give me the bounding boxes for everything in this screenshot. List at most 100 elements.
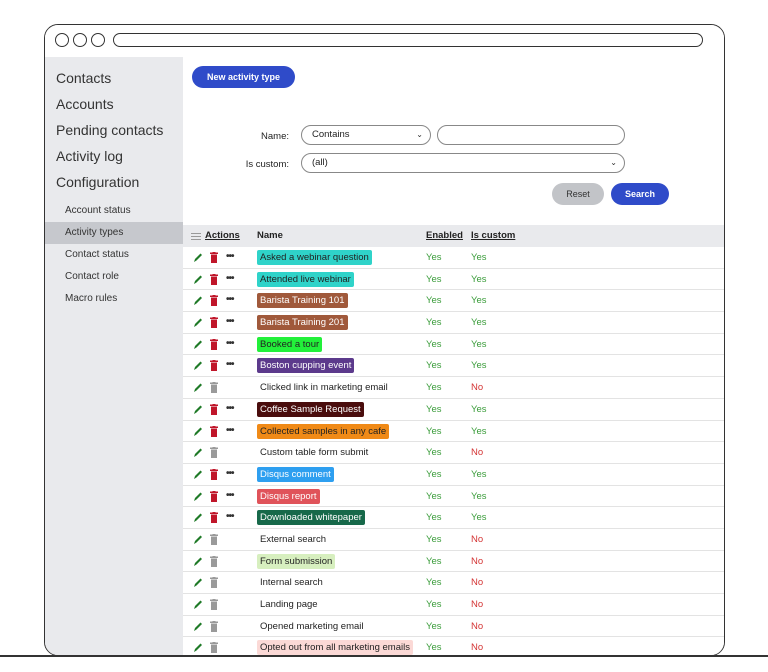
more-actions-icon[interactable]: ••• xyxy=(226,399,234,419)
more-actions-icon[interactable]: ••• xyxy=(226,312,234,332)
reset-button[interactable]: Reset xyxy=(552,183,604,205)
sidebar-item-configuration[interactable]: Configuration xyxy=(45,169,183,195)
more-actions-icon[interactable]: ••• xyxy=(226,421,234,441)
edit-pencil-icon[interactable] xyxy=(193,274,203,285)
sidebar-item-accounts[interactable]: Accounts xyxy=(45,91,183,117)
delete-trash-icon[interactable] xyxy=(210,382,218,394)
edit-pencil-icon[interactable] xyxy=(193,447,203,458)
edit-pencil-icon[interactable] xyxy=(193,621,203,632)
col-header-is-custom[interactable]: Is custom xyxy=(471,225,515,247)
edit-pencil-icon[interactable] xyxy=(193,426,203,437)
window-dot-2[interactable] xyxy=(73,33,87,47)
edit-pencil-icon[interactable] xyxy=(193,512,203,523)
col-header-actions[interactable]: Actions xyxy=(205,225,240,247)
activity-type-name[interactable]: Coffee Sample Request xyxy=(257,401,364,417)
delete-trash-icon[interactable] xyxy=(210,403,218,415)
delete-trash-icon[interactable] xyxy=(210,512,218,524)
delete-trash-icon[interactable] xyxy=(210,425,218,437)
edit-pencil-icon[interactable] xyxy=(193,534,203,545)
more-actions-icon[interactable]: ••• xyxy=(226,507,234,527)
delete-trash-icon[interactable] xyxy=(210,620,218,632)
activity-type-name[interactable]: Opted out from all marketing emails xyxy=(257,640,413,655)
is-custom-value: No xyxy=(471,577,484,589)
activity-type-name[interactable]: Booked a tour xyxy=(257,336,323,352)
sidebar-item-activity-log[interactable]: Activity log xyxy=(45,143,183,169)
activity-type-name[interactable]: Custom table form submit xyxy=(257,445,371,460)
activity-type-name[interactable]: Barista Training 101 xyxy=(257,293,348,309)
activity-type-name[interactable]: Form submission xyxy=(257,553,336,569)
address-bar[interactable] xyxy=(113,33,703,47)
search-button[interactable]: Search xyxy=(611,183,669,205)
sidebar-item-contact-status[interactable]: Contact status xyxy=(45,244,183,266)
activity-type-name[interactable]: Attended live webinar xyxy=(257,271,354,287)
delete-trash-icon[interactable] xyxy=(210,252,218,263)
activity-type-name[interactable]: Disqus comment xyxy=(257,466,334,482)
custom-filter-select[interactable]: (all) ⌄ xyxy=(301,153,625,173)
delete-trash-icon[interactable] xyxy=(210,490,218,502)
activity-type-name[interactable]: Clicked link in marketing email xyxy=(257,380,391,395)
edit-pencil-icon[interactable] xyxy=(193,360,203,371)
sidebar-item-account-status[interactable]: Account status xyxy=(45,200,183,222)
more-actions-icon[interactable]: ••• xyxy=(226,486,234,506)
more-actions-icon[interactable]: ••• xyxy=(226,355,234,375)
sidebar-item-contact-role[interactable]: Contact role xyxy=(45,266,183,288)
activity-type-name[interactable]: External search xyxy=(257,532,329,547)
sidebar-item-contacts[interactable]: Contacts xyxy=(45,65,183,91)
edit-pencil-icon[interactable] xyxy=(193,404,203,415)
delete-trash-icon[interactable] xyxy=(210,577,218,589)
delete-trash-icon[interactable] xyxy=(210,468,218,480)
edit-pencil-icon[interactable] xyxy=(193,577,203,588)
delete-trash-icon[interactable] xyxy=(210,533,218,545)
name-operator-select[interactable]: Contains ⌄ xyxy=(301,125,431,145)
is-custom-value: No xyxy=(471,620,484,632)
edit-pencil-icon[interactable] xyxy=(193,252,203,263)
edit-pencil-icon[interactable] xyxy=(193,491,203,502)
more-actions-icon[interactable]: ••• xyxy=(226,334,234,354)
activity-type-name[interactable]: Asked a webinar question xyxy=(257,250,372,265)
activity-type-name[interactable]: Disqus report xyxy=(257,488,320,504)
sidebar-item-pending-contacts[interactable]: Pending contacts xyxy=(45,117,183,143)
activity-type-name[interactable]: Opened marketing email xyxy=(257,619,367,634)
col-header-name[interactable]: Name xyxy=(257,225,283,247)
enabled-value: Yes xyxy=(426,317,442,329)
more-actions-icon[interactable]: ••• xyxy=(226,247,234,267)
more-actions-icon[interactable]: ••• xyxy=(226,464,234,484)
window-dot-3[interactable] xyxy=(91,33,105,47)
enabled-value: Yes xyxy=(426,599,442,610)
delete-trash-icon[interactable] xyxy=(210,599,218,610)
activity-type-name[interactable]: Downloaded whitepaper xyxy=(257,510,365,526)
sidebar-item-activity-types[interactable]: Activity types xyxy=(45,222,183,244)
more-actions-icon[interactable]: ••• xyxy=(226,290,234,310)
menu-icon[interactable] xyxy=(191,233,201,242)
activity-type-name[interactable]: Barista Training 201 xyxy=(257,315,348,331)
delete-trash-icon[interactable] xyxy=(210,360,218,372)
delete-trash-icon[interactable] xyxy=(210,295,218,307)
activity-type-name[interactable]: Landing page xyxy=(257,597,321,612)
delete-trash-icon[interactable] xyxy=(210,338,218,350)
edit-pencil-icon[interactable] xyxy=(193,382,203,393)
edit-pencil-icon[interactable] xyxy=(193,599,203,610)
more-actions-icon[interactable]: ••• xyxy=(226,269,234,289)
delete-trash-icon[interactable] xyxy=(210,447,218,459)
delete-trash-icon[interactable] xyxy=(210,555,218,567)
new-activity-type-button[interactable]: New activity type xyxy=(192,66,295,88)
activity-type-name[interactable]: Boston cupping event xyxy=(257,358,355,374)
sidebar-item-macro-rules[interactable]: Macro rules xyxy=(45,288,183,310)
edit-pencil-icon[interactable] xyxy=(193,469,203,480)
col-header-enabled[interactable]: Enabled xyxy=(426,225,463,247)
name-filter-input[interactable] xyxy=(437,125,625,145)
edit-pencil-icon[interactable] xyxy=(193,642,203,653)
activity-type-name[interactable]: Collected samples in any cafe xyxy=(257,423,390,439)
delete-trash-icon[interactable] xyxy=(210,317,218,329)
edit-pencil-icon[interactable] xyxy=(193,339,203,350)
edit-pencil-icon[interactable] xyxy=(193,295,203,306)
table-row: ••• Disqus report Yes Yes xyxy=(183,486,724,508)
activity-type-name[interactable]: Internal search xyxy=(257,575,326,590)
delete-trash-icon[interactable] xyxy=(210,273,218,285)
edit-pencil-icon[interactable] xyxy=(193,317,203,328)
is-custom-value: Yes xyxy=(471,425,487,437)
window-dot-1[interactable] xyxy=(55,33,69,47)
delete-trash-icon[interactable] xyxy=(210,642,218,654)
enabled-value: Yes xyxy=(426,555,442,567)
edit-pencil-icon[interactable] xyxy=(193,556,203,567)
